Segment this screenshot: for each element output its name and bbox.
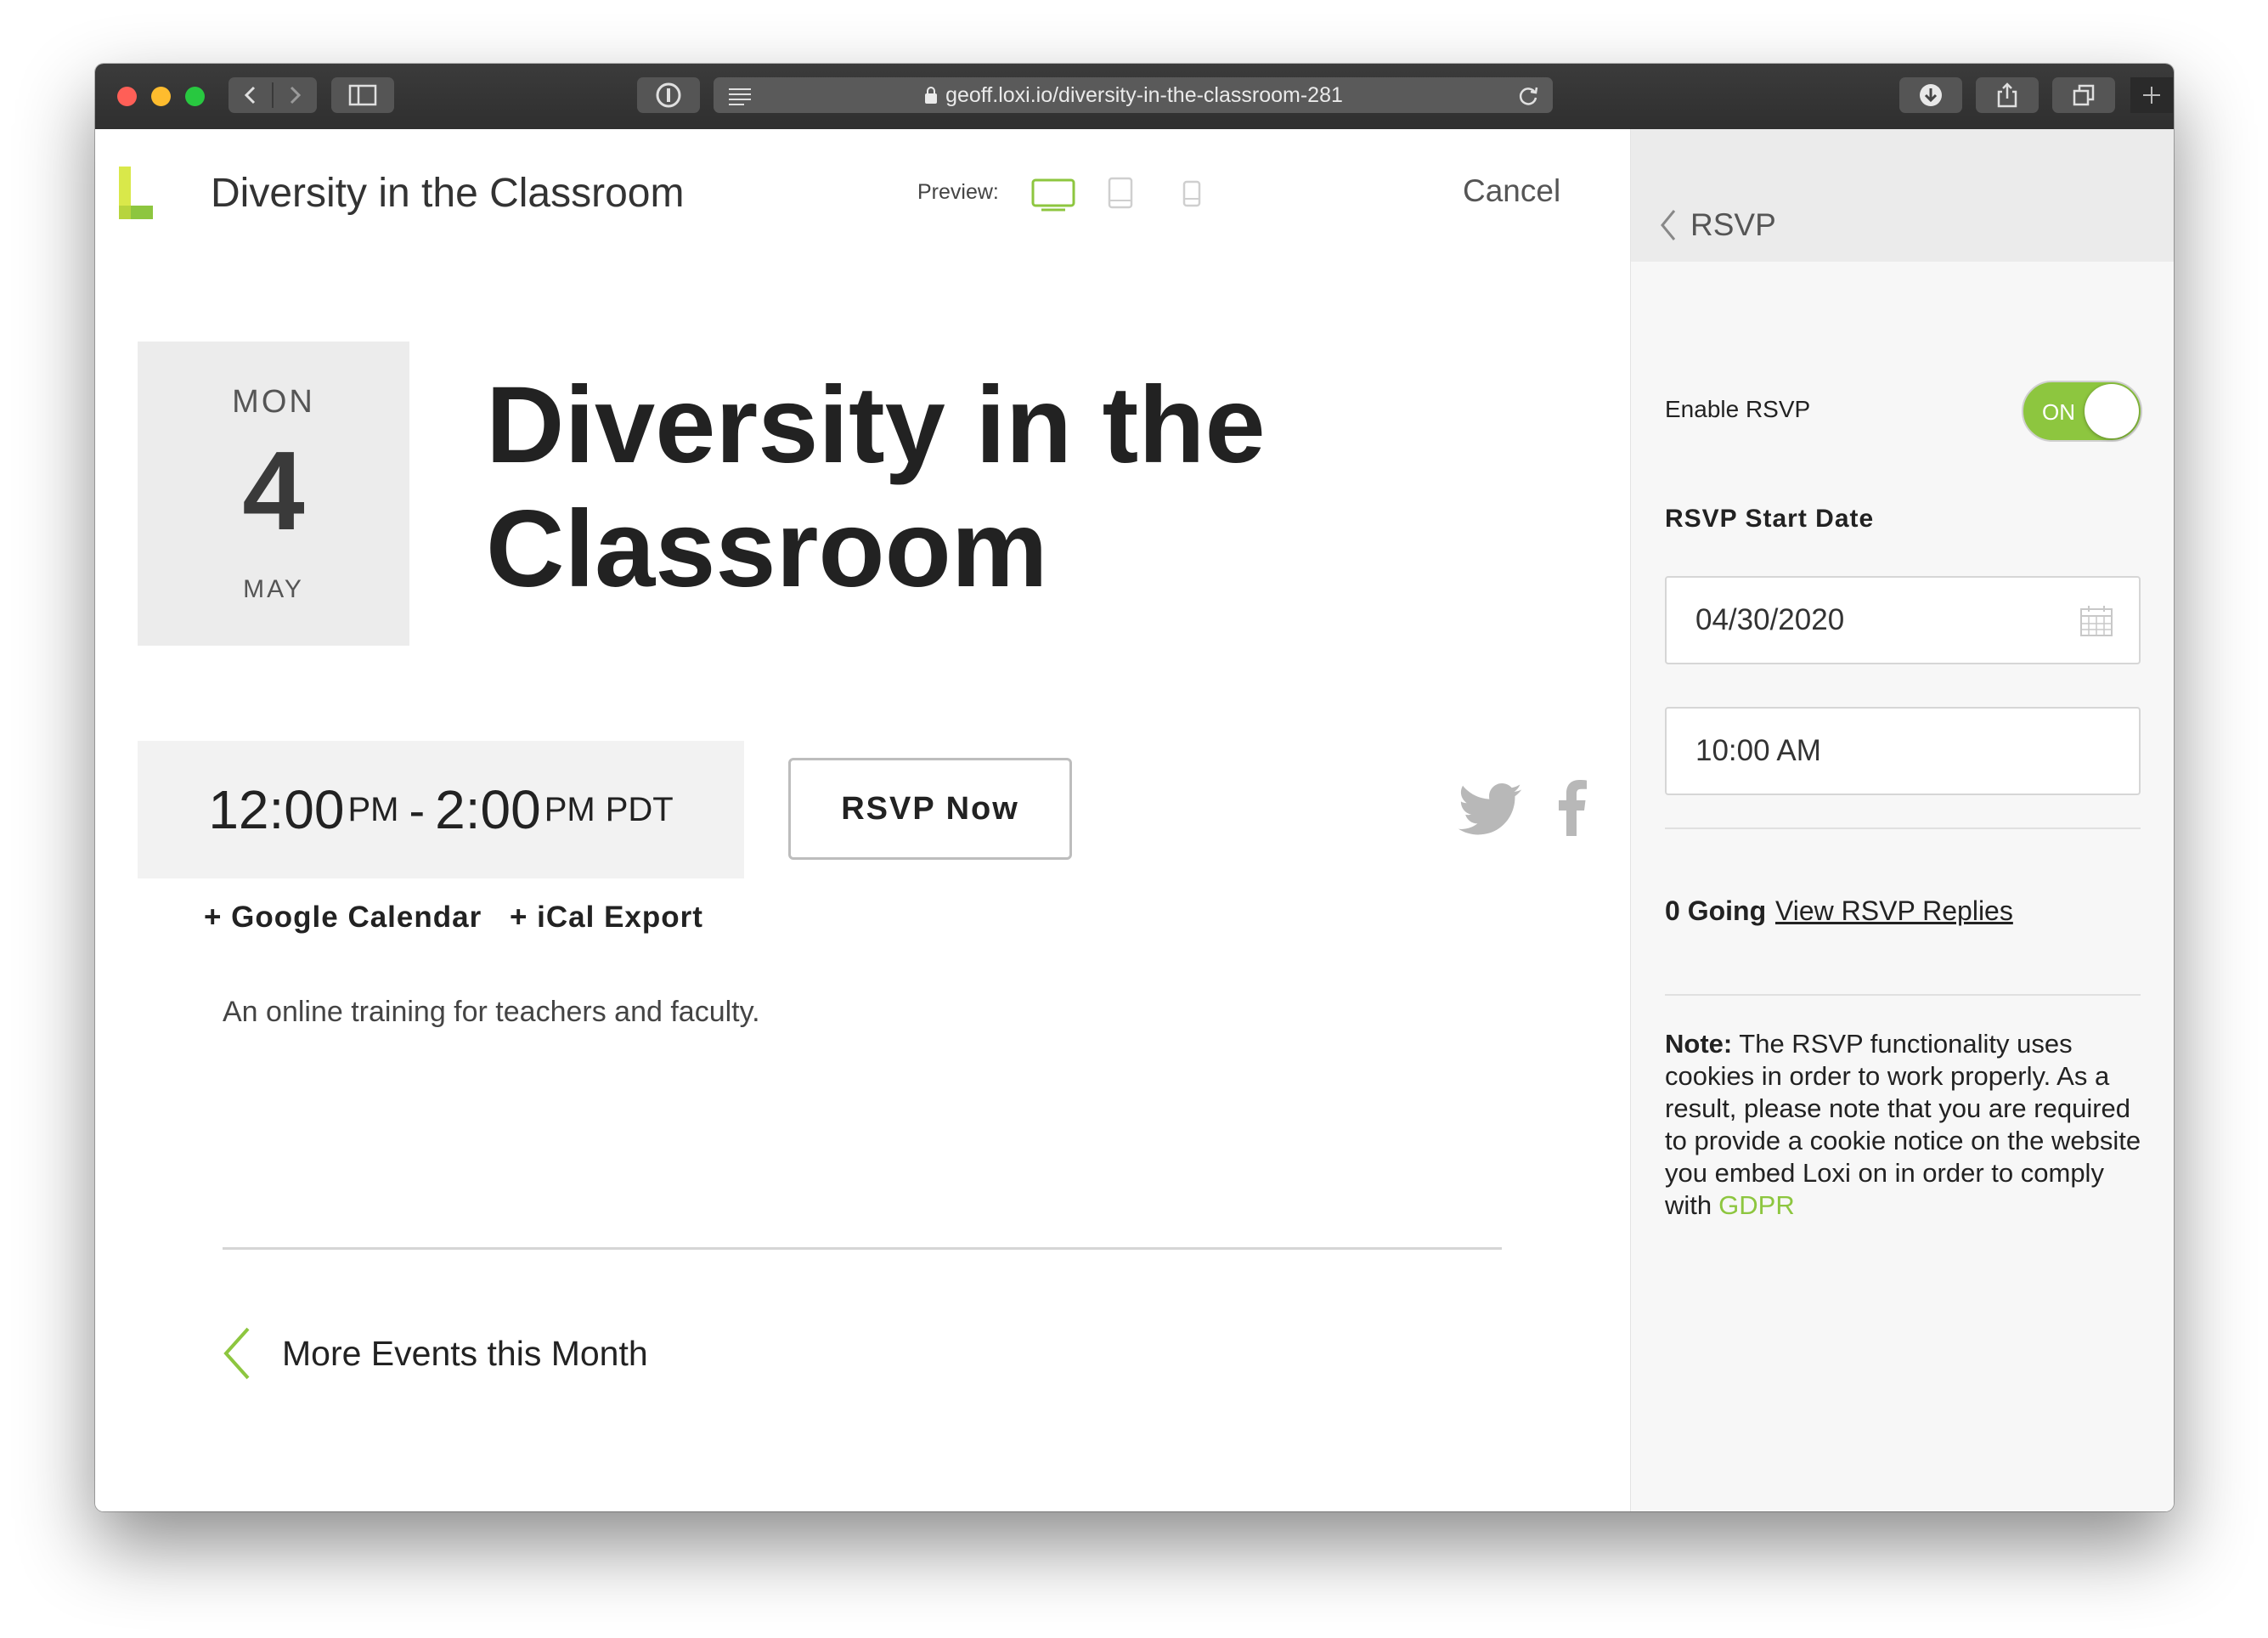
chevron-left-icon bbox=[1661, 210, 1676, 240]
content-divider bbox=[223, 1247, 1502, 1250]
address-bar[interactable]: geoff.loxi.io/diversity-in-the-classroom… bbox=[714, 77, 1553, 113]
facebook-icon[interactable] bbox=[1556, 780, 1587, 836]
gdpr-link[interactable]: GDPR bbox=[1718, 1190, 1795, 1220]
plus-icon bbox=[2143, 87, 2160, 104]
event-time: 12:00 PM - 2:00 PM PDT bbox=[138, 741, 744, 878]
more-events-label: More Events this Month bbox=[282, 1333, 648, 1373]
url-text: geoff.loxi.io/diversity-in-the-classroom… bbox=[945, 82, 1343, 107]
rsvp-start-date-label: RSVP Start Date bbox=[1665, 505, 1875, 533]
more-events-link[interactable]: More Events this Month bbox=[223, 1327, 648, 1380]
download-icon bbox=[1920, 84, 1942, 106]
zoom-window-button[interactable] bbox=[185, 87, 205, 106]
reload-icon[interactable] bbox=[1515, 82, 1541, 108]
view-rsvp-replies-link[interactable]: View RSVP Replies bbox=[1775, 895, 2013, 927]
browser-window: geoff.loxi.io/diversity-in-the-classroom… bbox=[95, 64, 2174, 1511]
share-button[interactable] bbox=[1976, 77, 2039, 113]
tabs-icon bbox=[2073, 84, 2095, 106]
note-label: Note: bbox=[1665, 1029, 1733, 1059]
start-period: PM bbox=[347, 790, 399, 828]
share-icon bbox=[1997, 82, 2017, 108]
minimize-window-button[interactable] bbox=[151, 87, 171, 106]
panel-header: RSVP bbox=[1631, 129, 2174, 262]
rsvp-time-field[interactable]: 10:00 AM bbox=[1665, 707, 2141, 795]
close-window-button[interactable] bbox=[117, 87, 137, 106]
google-calendar-link[interactable]: + Google Calendar bbox=[204, 901, 482, 935]
event-date-box: MON 4 MAY bbox=[138, 342, 409, 646]
tabs-overview-button[interactable] bbox=[2052, 77, 2115, 113]
panel-title: RSVP bbox=[1690, 207, 1776, 242]
rsvp-settings-panel: RSVP Enable RSVP ON RSVP Start Date 04/3… bbox=[1630, 129, 2174, 1511]
tablet-preview-icon[interactable] bbox=[1108, 177, 1133, 211]
rsvp-now-button[interactable]: RSVP Now bbox=[788, 758, 1072, 860]
timezone: PDT bbox=[605, 790, 674, 828]
preview-label: Preview: bbox=[917, 180, 999, 204]
toggle-knob bbox=[2085, 384, 2139, 438]
cookie-note: Note: The RSVP functionality uses cookie… bbox=[1665, 1028, 2149, 1222]
event-preview: Diversity in the Classroom Preview: Canc… bbox=[95, 129, 1630, 1511]
event-weekday: MON bbox=[232, 384, 315, 420]
twitter-icon[interactable] bbox=[1458, 783, 1522, 836]
toggle-state-text: ON bbox=[2042, 399, 2075, 425]
panel-back-button[interactable]: RSVP bbox=[1660, 207, 1776, 243]
end-time: 2:00 bbox=[435, 779, 541, 840]
rsvp-date-field[interactable]: 04/30/2020 bbox=[1665, 576, 2141, 664]
ical-export-link[interactable]: + iCal Export bbox=[510, 901, 703, 935]
end-period: PM bbox=[544, 790, 595, 828]
time-separator: - bbox=[409, 782, 426, 837]
back-forward-buttons[interactable] bbox=[228, 77, 317, 113]
going-count: 0 Going bbox=[1665, 895, 1767, 926]
password-manager-icon bbox=[656, 82, 681, 108]
panel-divider bbox=[1665, 827, 2141, 829]
enable-rsvp-toggle[interactable]: ON bbox=[2022, 381, 2142, 442]
reader-icon bbox=[729, 88, 751, 105]
new-tab-button[interactable] bbox=[2130, 77, 2173, 113]
back-forward-icon bbox=[244, 82, 302, 108]
lock-icon bbox=[925, 87, 938, 104]
loxi-logo bbox=[119, 167, 153, 219]
enable-rsvp-label: Enable RSVP bbox=[1665, 396, 1811, 422]
rsvp-time-value: 10:00 AM bbox=[1695, 734, 1821, 767]
sidebar-icon bbox=[348, 84, 377, 106]
rsvp-date-value: 04/30/2020 bbox=[1695, 603, 1845, 636]
desktop-preview-icon[interactable] bbox=[1031, 178, 1075, 212]
event-description: An online training for teachers and facu… bbox=[223, 996, 760, 1028]
app-title: Diversity in the Classroom bbox=[211, 171, 685, 216]
mobile-preview-icon[interactable] bbox=[1182, 180, 1201, 209]
panel-divider bbox=[1665, 994, 2141, 996]
calendar-icon[interactable] bbox=[2079, 605, 2113, 637]
chevron-left-icon bbox=[223, 1327, 250, 1380]
event-month: MAY bbox=[243, 575, 304, 603]
browser-toolbar: geoff.loxi.io/diversity-in-the-classroom… bbox=[95, 64, 2174, 130]
downloads-button[interactable] bbox=[1899, 77, 1962, 113]
event-title: Diversity in the Classroom bbox=[486, 364, 1266, 610]
start-time: 12:00 bbox=[208, 779, 345, 840]
sidebar-toggle-button[interactable] bbox=[331, 77, 394, 113]
password-manager-button[interactable] bbox=[637, 77, 700, 113]
cancel-button[interactable]: Cancel bbox=[1463, 173, 1560, 209]
event-day: 4 bbox=[242, 428, 305, 553]
